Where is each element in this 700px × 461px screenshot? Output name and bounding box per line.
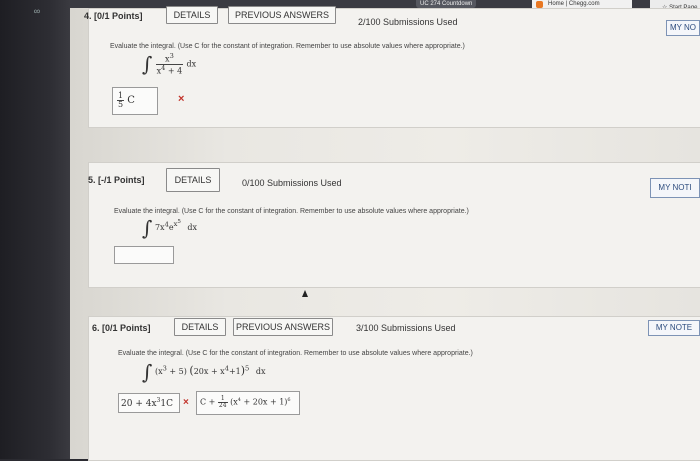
q5-instruction: Evaluate the integral. (Use C for the co…	[114, 208, 469, 215]
q6-answer-tail: 1C	[160, 399, 173, 409]
q4-answer-frac-den: 5	[118, 100, 124, 109]
q4-instruction: Evaluate the integral. (Use C for the co…	[110, 43, 465, 50]
q6-correct-tail2: + 20x + 1)	[240, 397, 288, 407]
q6-correct-tail: (x	[230, 397, 238, 407]
q6-correct-prefix: C +	[200, 397, 216, 407]
q4-my-notes-button[interactable]: MY NO	[666, 20, 700, 36]
q6-correct-frac-den: 24	[218, 402, 227, 409]
q4-submissions: 2/100 Submissions Used	[358, 17, 458, 27]
webassign-page: 4. [0/1 Points] DETAILS PREVIOUS ANSWERS…	[70, 6, 700, 461]
q6-integral: ∫ (x3 + 5) (20x + x4+1)5 dx	[142, 360, 266, 384]
q6-points: 6. [0/1 Points]	[92, 323, 151, 333]
chegg-icon	[536, 1, 543, 8]
question-6-panel	[88, 316, 700, 461]
q4-answer-text: C	[127, 95, 135, 106]
q4-incorrect-icon: ×	[178, 93, 185, 105]
q5-my-notes-button[interactable]: MY NOTI	[650, 178, 700, 198]
chegg-tab-label: Home | Chegg.com	[548, 1, 600, 7]
q6-my-notes-button[interactable]: MY NOTE	[648, 320, 700, 336]
q6-instruction: Evaluate the integral. (Use C for the co…	[118, 350, 473, 357]
q6-previous-answers-button[interactable]: PREVIOUS ANSWERS	[233, 318, 333, 336]
q4-details-button[interactable]: DETAILS	[166, 6, 218, 24]
q5-points: 5. [-/1 Points]	[88, 175, 145, 185]
q6-details-button[interactable]: DETAILS	[174, 318, 226, 336]
q6-correct-answer: C + 1 24 (x4 + 20x + 1)6	[196, 391, 300, 415]
q6-incorrect-icon: ×	[183, 397, 189, 408]
countdown-tab[interactable]: UC 274 Countdown	[416, 0, 477, 8]
q4-points: 4. [0/1 Points]	[84, 11, 143, 21]
link-icon: ∞	[33, 6, 41, 16]
mouse-cursor	[302, 290, 308, 297]
q4-previous-answers-button[interactable]: PREVIOUS ANSWERS	[228, 6, 336, 24]
q6-answer-text: 20 + 4x	[121, 399, 157, 409]
q5-details-button[interactable]: DETAILS	[166, 168, 220, 192]
q5-answer-input[interactable]	[114, 246, 174, 264]
q4-answer-input[interactable]: 15 C	[112, 87, 158, 115]
q6-answer-input[interactable]: 20 + 4x31C	[118, 393, 180, 413]
screen-bezel: ∞	[0, 0, 70, 459]
q5-integral: ∫ 7x4ex5 dx	[142, 216, 198, 240]
q5-submissions: 0/100 Submissions Used	[242, 178, 342, 188]
q6-submissions: 3/100 Submissions Used	[356, 323, 456, 333]
q4-integral: ∫ x3 x4 + 4 dx	[142, 51, 197, 76]
